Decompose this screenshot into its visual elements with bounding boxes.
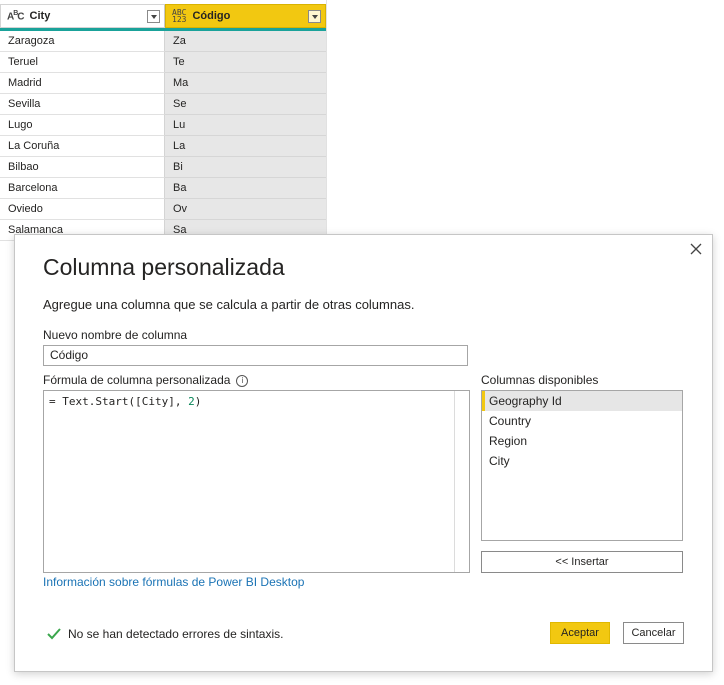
table-row[interactable]: Lugo Lu xyxy=(0,115,326,136)
column-list-item[interactable]: Geography Id xyxy=(482,391,682,411)
column-header-label: Código xyxy=(192,10,231,22)
cancel-button[interactable]: Cancelar xyxy=(623,622,684,644)
cell-codigo[interactable]: La xyxy=(165,136,326,157)
formula-text[interactable]: = Text.Start([City], 2) xyxy=(49,395,201,408)
insert-button[interactable]: << Insertar xyxy=(481,551,683,573)
cell-codigo[interactable]: Lu xyxy=(165,115,326,136)
cell-codigo[interactable]: Za xyxy=(165,31,326,52)
formula-scrollbar[interactable] xyxy=(454,391,469,572)
syntax-status: No se han detectado errores de sintaxis. xyxy=(47,627,283,641)
cell-city[interactable]: Barcelona xyxy=(0,178,165,199)
cell-city[interactable]: Lugo xyxy=(0,115,165,136)
any-type-icon[interactable]: ABC 123 xyxy=(172,9,186,24)
column-list-item[interactable]: City xyxy=(482,451,682,471)
formula-number: 2 xyxy=(188,395,195,408)
cell-codigo[interactable]: Ov xyxy=(165,199,326,220)
grid-rows: Zaragoza Za Teruel Te Madrid Ma Sevilla Se Lugo L… xyxy=(0,31,326,241)
column-list-item[interactable]: Region xyxy=(482,431,682,451)
cell-codigo[interactable]: Ma xyxy=(165,73,326,94)
formula-suffix: ) xyxy=(194,395,202,408)
cell-city[interactable]: Sevilla xyxy=(0,94,165,115)
column-header-codigo[interactable]: ABC 123 Código xyxy=(165,4,326,28)
formula-editor[interactable]: = Text.Start([City], 2) xyxy=(43,390,470,573)
table-row[interactable]: Zaragoza Za xyxy=(0,31,326,52)
table-row[interactable]: Oviedo Ov xyxy=(0,199,326,220)
checkmark-icon xyxy=(47,628,61,640)
table-row[interactable]: Barcelona Ba xyxy=(0,178,326,199)
grid-header: ABC City ABC 123 Código xyxy=(0,4,326,28)
table-row[interactable]: Sevilla Se xyxy=(0,94,326,115)
dialog-title: Columna personalizada xyxy=(43,254,285,280)
formula-help-link[interactable]: Información sobre fórmulas de Power BI D… xyxy=(43,575,304,589)
cell-codigo[interactable]: Bi xyxy=(165,157,326,178)
cell-codigo[interactable]: Se xyxy=(165,94,326,115)
cell-codigo[interactable]: Ba xyxy=(165,178,326,199)
cell-city[interactable]: Zaragoza xyxy=(0,31,165,52)
new-column-name-input[interactable]: Código xyxy=(43,345,468,366)
dialog-subtitle: Agregue una columna que se calcula a par… xyxy=(43,297,415,312)
formula-label: Fórmula de columna personalizada xyxy=(43,373,231,387)
column-header-label: City xyxy=(29,10,51,22)
table-row[interactable]: Bilbao Bi xyxy=(0,157,326,178)
table-row[interactable]: La Coruña La xyxy=(0,136,326,157)
table-row[interactable]: Teruel Te xyxy=(0,52,326,73)
cell-city[interactable]: Madrid xyxy=(0,73,165,94)
column-list-item[interactable]: Country xyxy=(482,411,682,431)
cell-city[interactable]: Teruel xyxy=(0,52,165,73)
available-columns-label: Columnas disponibles xyxy=(481,373,599,387)
table-row[interactable]: Madrid Ma xyxy=(0,73,326,94)
grid-empty-area xyxy=(326,0,724,235)
cell-city[interactable]: La Coruña xyxy=(0,136,165,157)
available-columns-list[interactable]: Geography Id Country Region City xyxy=(481,390,683,541)
syntax-status-text: No se han detectado errores de sintaxis. xyxy=(68,627,284,641)
cell-city[interactable]: Bilbao xyxy=(0,157,165,178)
text-type-icon[interactable]: ABC xyxy=(7,9,25,22)
close-icon[interactable] xyxy=(688,241,704,257)
cell-codigo[interactable]: Te xyxy=(165,52,326,73)
formula-prefix: = Text.Start([City], xyxy=(49,395,189,408)
cell-city[interactable]: Oviedo xyxy=(0,199,165,220)
ok-button[interactable]: Aceptar xyxy=(550,622,610,644)
new-column-name-label: Nuevo nombre de columna xyxy=(43,328,188,342)
info-icon[interactable]: i xyxy=(236,374,249,387)
formula-label-row: Fórmula de columna personalizada i xyxy=(43,373,249,387)
filter-dropdown-icon[interactable] xyxy=(147,9,160,23)
filter-dropdown-icon[interactable] xyxy=(308,9,321,23)
column-header-city[interactable]: ABC City xyxy=(0,4,165,28)
custom-column-dialog: Columna personalizada Agregue una column… xyxy=(14,234,713,672)
